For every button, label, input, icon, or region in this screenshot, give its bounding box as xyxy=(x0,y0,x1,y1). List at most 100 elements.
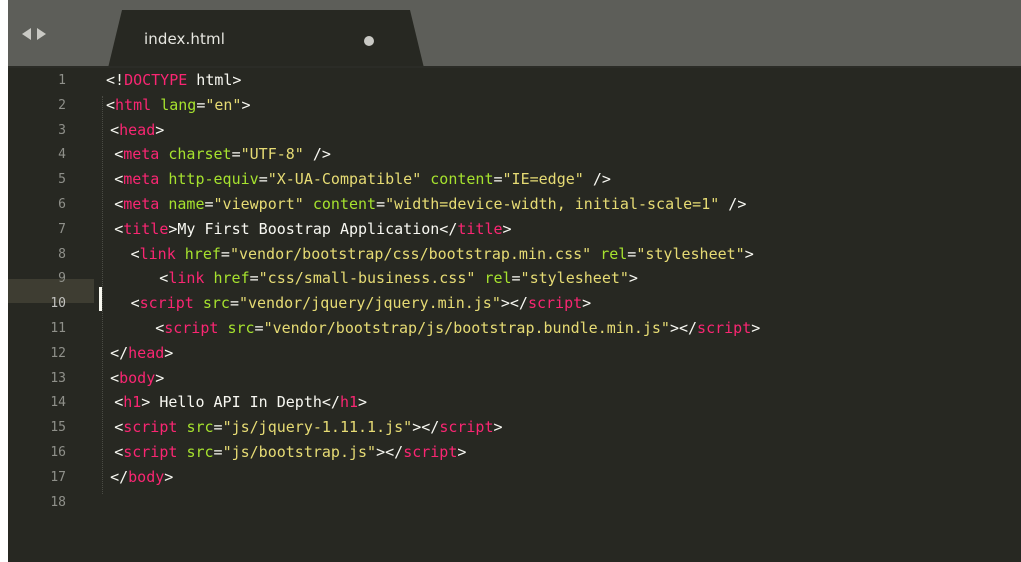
code-token: = xyxy=(627,244,637,263)
code-line[interactable]: 17 </body> xyxy=(8,465,1021,490)
code-token: script xyxy=(164,319,219,337)
line-number: 3 xyxy=(58,122,66,138)
code-token: < xyxy=(114,443,124,461)
code-token: link xyxy=(168,269,205,288)
code-token: src xyxy=(186,418,214,437)
code-text: </head> xyxy=(110,341,173,366)
code-token: /> xyxy=(583,170,611,189)
code-line[interactable]: 5 <meta http-equiv="X-UA-Compatible" cont… xyxy=(8,167,1021,192)
code-line[interactable]: 14 <h1> Hello API In Depth</h1> xyxy=(8,390,1021,415)
code-token: > xyxy=(155,368,165,387)
code-text: <!DOCTYPE html> xyxy=(106,68,241,93)
code-token: > xyxy=(241,95,251,114)
code-token: < xyxy=(159,269,169,288)
code-token: script xyxy=(439,418,494,437)
line-number: 6 xyxy=(58,197,66,212)
code-text: <script src="js/jquery-1.11.1.js"></scri… xyxy=(114,415,502,440)
code-token: = xyxy=(213,418,223,437)
code-token: html> xyxy=(187,71,242,89)
code-token: < xyxy=(110,368,120,387)
code-line[interactable]: 18 xyxy=(8,490,1021,515)
line-number: 9 xyxy=(58,271,66,287)
code-token: > Hello API In Depth</ xyxy=(141,393,340,412)
code-text: <meta charset="UTF-8" /> xyxy=(114,142,331,167)
code-token: ></ xyxy=(669,319,698,337)
code-line[interactable]: 13 <body> xyxy=(8,366,1021,391)
code-token: > xyxy=(744,244,754,263)
line-number: 1 xyxy=(58,73,66,88)
code-token: = xyxy=(511,269,521,288)
unsaved-indicator-icon[interactable] xyxy=(364,36,374,46)
code-token: head xyxy=(119,120,156,139)
code-token: = xyxy=(213,443,223,461)
code-token: script xyxy=(697,319,752,337)
code-token: < xyxy=(114,418,124,437)
editor-window: index.html 1 <!DOCTYPE html> 2 <html lang="… xyxy=(8,0,1021,562)
code-token: content xyxy=(312,195,377,213)
code-token: > xyxy=(164,343,174,362)
line-number: 15 xyxy=(50,420,66,436)
code-token: meta xyxy=(123,145,160,164)
code-token: </ xyxy=(110,467,129,486)
code-token: content xyxy=(430,170,494,189)
code-token: href xyxy=(213,269,250,288)
code-text: <title>My First Boostrap Application</ti… xyxy=(114,217,511,242)
code-text: <script src="vendor/bootstrap/js/bootstr… xyxy=(155,316,760,341)
code-text: <script src="js/bootstrap.js"></script> xyxy=(114,440,466,465)
code-token: "viewport" xyxy=(213,195,304,213)
code-line[interactable]: 6 <meta name="viewport" content="width=de… xyxy=(8,192,1021,217)
code-token: = xyxy=(376,195,386,213)
code-token: "IE=edge" xyxy=(502,170,584,189)
line-number: 12 xyxy=(50,345,66,361)
code-token: body xyxy=(119,368,156,387)
code-token: link xyxy=(139,244,176,263)
code-token: script xyxy=(123,418,178,437)
code-line[interactable]: 1 <!DOCTYPE html> xyxy=(8,68,1021,93)
code-token: lang xyxy=(160,95,197,114)
code-line[interactable]: 12 </head> xyxy=(8,341,1021,366)
code-line[interactable]: 4 <meta charset="UTF-8" /> xyxy=(8,142,1021,167)
arrow-right-icon[interactable] xyxy=(37,28,46,40)
code-token: </ xyxy=(110,343,129,362)
code-line[interactable]: 8 <link href="vendor/bootstrap/css/bootst… xyxy=(8,242,1021,267)
code-line[interactable]: 3 <head> xyxy=(8,118,1021,143)
code-text: <meta http-equiv="X-UA-Compatible" conte… xyxy=(114,167,611,192)
code-text: <link href="css/small-business.css" rel=… xyxy=(159,266,638,291)
code-token: script xyxy=(139,294,194,313)
code-line[interactable]: 2 <html lang="en"> xyxy=(8,93,1021,118)
code-line[interactable]: 15 <script src="js/jquery-1.11.1.js"></sc… xyxy=(8,415,1021,440)
code-token: "X-UA-Compatible" xyxy=(267,170,422,189)
code-token: "stylesheet" xyxy=(636,244,745,263)
line-number: 8 xyxy=(58,246,66,262)
code-line[interactable]: 11 <script src="vendor/bootstrap/js/boots… xyxy=(8,316,1021,341)
code-text: <html lang="en"> xyxy=(106,93,251,118)
code-text: <link href="vendor/bootstrap/css/bootstr… xyxy=(131,242,754,267)
code-line[interactable]: 10 <script src="vendor/jquery/jquery.min.… xyxy=(8,291,1021,316)
code-token: > xyxy=(628,269,638,288)
code-token: h1 xyxy=(339,393,359,412)
line-number: 14 xyxy=(50,395,66,411)
code-token: title xyxy=(457,219,503,238)
code-token: > xyxy=(493,418,503,437)
code-token: > xyxy=(502,219,512,238)
code-token: < xyxy=(130,244,140,263)
tab-index-html[interactable]: index.html xyxy=(108,10,424,68)
code-token: title xyxy=(123,219,169,238)
code-line[interactable]: 7 <title>My First Boostrap Application</t… xyxy=(8,217,1021,242)
code-token: src xyxy=(202,294,230,313)
arrow-left-icon[interactable] xyxy=(22,28,31,40)
code-token: > xyxy=(155,120,165,139)
code-editor[interactable]: 1 <!DOCTYPE html> 2 <html lang="en"> 3 <head>… xyxy=(8,68,1021,562)
code-token: "width=device-width, initial-scale=1" xyxy=(385,195,720,213)
code-text: <head> xyxy=(110,118,164,143)
line-number: 7 xyxy=(58,221,66,237)
code-line[interactable]: 9 <link href="css/small-business.css" rel… xyxy=(8,266,1021,291)
code-token: "js/jquery-1.11.1.js" xyxy=(222,418,413,437)
code-token: rel xyxy=(484,269,512,288)
code-line[interactable]: 16 <script src="js/bootstrap.js"></script… xyxy=(8,440,1021,465)
code-token: < xyxy=(155,319,165,337)
